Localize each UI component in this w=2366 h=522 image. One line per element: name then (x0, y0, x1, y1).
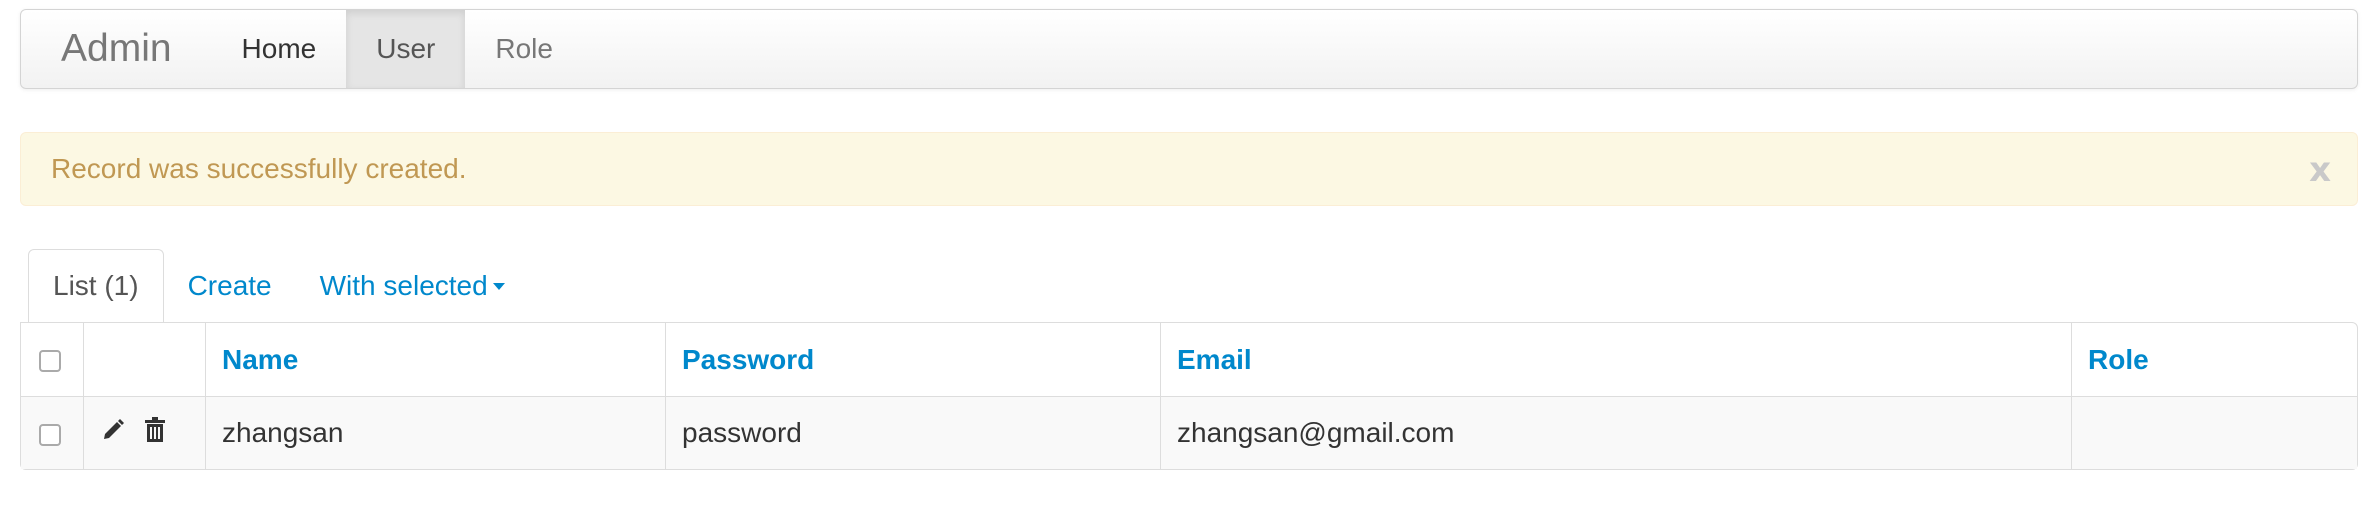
nav-item-home[interactable]: Home (212, 10, 347, 88)
table-row: zhangsan password zhangsan@gmail.com (21, 396, 2357, 469)
column-header-email[interactable]: Email (1160, 323, 2071, 396)
cell-email: zhangsan@gmail.com (1160, 396, 2071, 469)
pencil-icon[interactable] (100, 417, 126, 450)
table-header-row: Name Password Email Role (21, 323, 2357, 396)
tab-list[interactable]: List (1) (28, 249, 164, 323)
row-select-cell (21, 396, 83, 469)
tab-create-label: Create (187, 270, 272, 301)
tab-bar: List (1) Create With selected (28, 249, 529, 323)
success-alert: Record was successfully created. x (20, 132, 2358, 206)
column-header-role[interactable]: Role (2071, 323, 2357, 396)
navbar: Admin Home User Role (20, 9, 2358, 89)
alert-message: Record was successfully created. (51, 153, 467, 184)
row-checkbox[interactable] (39, 423, 61, 446)
alert-close-button[interactable]: x (2309, 150, 2331, 190)
cell-password: password (665, 396, 1160, 469)
with-selected-dropdown[interactable]: With selected (296, 249, 529, 323)
nav-item-user[interactable]: User (346, 10, 466, 88)
tab-list-label: List (1) (53, 270, 139, 301)
actions-header (83, 323, 205, 396)
cell-name: zhangsan (205, 396, 665, 469)
caret-down-icon (492, 282, 505, 290)
trash-icon[interactable] (144, 417, 166, 450)
column-header-password[interactable]: Password (665, 323, 1160, 396)
select-all-checkbox[interactable] (39, 350, 61, 373)
records-table: Name Password Email Role zhangsan passwo… (20, 322, 2358, 470)
with-selected-label: With selected (319, 270, 488, 301)
row-actions-cell (83, 396, 205, 469)
nav-item-role[interactable]: Role (465, 10, 583, 88)
cell-role (2071, 396, 2357, 469)
tab-create[interactable]: Create (164, 249, 296, 323)
select-all-cell (21, 323, 83, 396)
brand-logo[interactable]: Admin (21, 10, 212, 88)
column-header-name[interactable]: Name (205, 323, 665, 396)
